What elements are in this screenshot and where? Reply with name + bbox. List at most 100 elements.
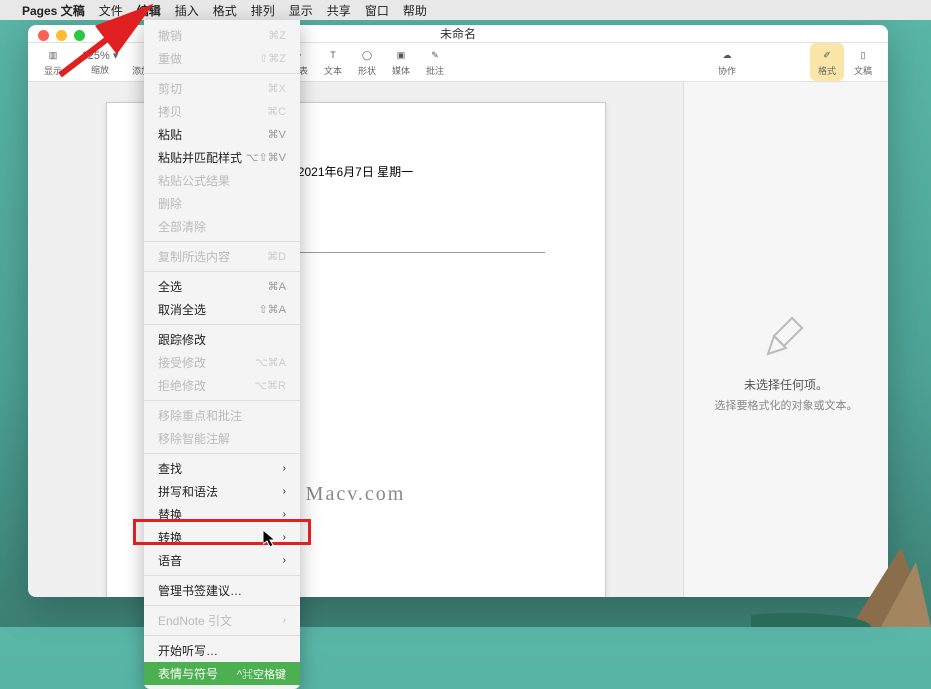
sidebar-icon: ▥ — [44, 47, 62, 63]
menu-item-33[interactable]: 开始听写… — [144, 639, 300, 662]
menu-shortcut: ^⌘空格键 — [237, 666, 286, 682]
toolbar-shape-label: 形状 — [358, 64, 376, 77]
menu-item-label: 剪切 — [158, 80, 182, 97]
desktop-decoration — [751, 507, 931, 627]
menu-item-label: 查找 — [158, 460, 182, 477]
menu-shortcut: ⌘V — [268, 128, 286, 141]
system-menubar: Pages 文稿 文件 编辑 插入 格式 排列 显示 共享 窗口 帮助 — [0, 0, 931, 20]
toolbar-collaborate-label: 协作 — [718, 64, 736, 77]
menu-item-14[interactable]: 取消全选⇧⌘A — [144, 298, 300, 321]
menubar-window[interactable]: 窗口 — [365, 2, 389, 19]
toolbar-text[interactable]: T 文本 — [318, 43, 348, 81]
menu-separator — [144, 635, 300, 636]
menu-item-29[interactable]: 管理书签建议… — [144, 579, 300, 602]
toolbar-media-label: 媒体 — [392, 64, 410, 77]
menu-item-17: 接受修改⌥⌘A — [144, 351, 300, 374]
submenu-arrow-icon: › — [283, 486, 286, 497]
toolbar-comment[interactable]: ✎ 批注 — [420, 43, 450, 81]
menu-item-label: 表情与符号 — [158, 665, 218, 682]
menu-item-label: 拼写和语法 — [158, 483, 218, 500]
menubar-view[interactable]: 显示 — [289, 2, 313, 19]
toolbar-shape[interactable]: ◯ 形状 — [352, 43, 382, 81]
document-canvas[interactable]: 2021年6月7日 星期一 标 主 - 色和样式。 色和样式。 Macv.com — [28, 82, 683, 597]
menubar-file[interactable]: 文件 — [99, 2, 123, 19]
toolbar-media[interactable]: ▣ 媒体 — [386, 43, 416, 81]
menu-item-label: 粘贴 — [158, 126, 182, 143]
menu-item-4: 拷贝⌘C — [144, 100, 300, 123]
submenu-arrow-icon: › — [283, 555, 286, 566]
document-icon: ▯ — [854, 47, 872, 63]
inspector-text-1: 未选择任何项。 — [744, 376, 828, 393]
media-icon: ▣ — [392, 47, 410, 63]
toolbar-comment-label: 批注 — [426, 64, 444, 77]
toolbar-zoom[interactable]: 125% ▾ 缩放 — [72, 43, 128, 81]
menu-separator — [144, 400, 300, 401]
menu-separator — [144, 73, 300, 74]
window-title: 未命名 — [440, 25, 476, 42]
menu-item-label: 复制所选内容 — [158, 248, 230, 265]
menu-shortcut: ⇧⌘A — [258, 303, 286, 316]
brush-icon — [762, 312, 810, 360]
menu-item-23[interactable]: 查找 › — [144, 457, 300, 480]
menu-item-18: 拒绝修改 ⌥⌘R — [144, 374, 300, 397]
menu-item-label: 转换 — [158, 529, 182, 546]
toolbar-format-label: 格式 — [818, 64, 836, 77]
inspector-text-2: 选择要格式化的对象或文本。 — [715, 397, 858, 413]
menu-separator — [144, 324, 300, 325]
menu-separator — [144, 575, 300, 576]
menu-item-25[interactable]: 替换› — [144, 503, 300, 526]
toolbar-zoom-label: 缩放 — [91, 63, 109, 76]
toolbar-text-label: 文本 — [324, 64, 342, 77]
menu-item-27[interactable]: 语音› — [144, 549, 300, 572]
menu-shortcut: ⌥⇧⌘V — [246, 151, 286, 164]
menubar-format[interactable]: 格式 — [213, 2, 237, 19]
menu-item-5[interactable]: 粘贴 ⌘V — [144, 123, 300, 146]
menu-item-label: 粘贴公式结果 — [158, 172, 230, 189]
menu-item-24[interactable]: 拼写和语法 › — [144, 480, 300, 503]
toolbar-collaborate[interactable]: ☁ 协作 — [712, 43, 742, 81]
traffic-lights — [38, 30, 85, 41]
menu-separator — [144, 241, 300, 242]
menu-item-13[interactable]: 全选 ⌘A — [144, 275, 300, 298]
submenu-arrow-icon: › — [283, 615, 286, 626]
collaborate-icon: ☁ — [718, 47, 736, 63]
toolbar-format[interactable]: ✐ 格式 — [810, 43, 844, 81]
menu-item-7: 粘贴公式结果 — [144, 169, 300, 192]
menu-item-26[interactable]: 转换 › — [144, 526, 300, 549]
toolbar-view-label: 显示 — [44, 64, 62, 77]
window-minimize-button[interactable] — [56, 30, 67, 41]
menu-item-0: 撤销⌘Z — [144, 24, 300, 47]
menu-item-label: 撤销 — [158, 27, 182, 44]
menubar-arrange[interactable]: 排列 — [251, 2, 275, 19]
submenu-arrow-icon: › — [283, 532, 286, 543]
menu-shortcut: ⌘X — [268, 82, 286, 95]
window-close-button[interactable] — [38, 30, 49, 41]
menu-shortcut: ⌥⌘R — [254, 379, 286, 392]
toolbar-view[interactable]: ▥ 显示 — [38, 43, 68, 81]
menu-item-label: 全选 — [158, 278, 182, 295]
menu-item-label: 开始听写… — [158, 642, 218, 659]
menu-item-9: 全部清除 — [144, 215, 300, 238]
menu-item-label: 重做 — [158, 50, 182, 67]
menu-shortcut: ⌥⌘A — [255, 356, 286, 369]
submenu-arrow-icon: › — [283, 509, 286, 520]
format-brush-icon: ✐ — [818, 47, 836, 63]
window-maximize-button[interactable] — [74, 30, 85, 41]
toolbar-document[interactable]: ▯ 文稿 — [848, 43, 878, 81]
submenu-arrow-icon: › — [283, 463, 286, 474]
menu-item-label: 拒绝修改 — [158, 377, 206, 394]
menubar-insert[interactable]: 插入 — [175, 2, 199, 19]
menubar-share[interactable]: 共享 — [327, 2, 351, 19]
menu-item-label: 粘贴并匹配样式 — [158, 149, 242, 166]
menu-shortcut: ⌘A — [268, 280, 286, 293]
watermark: Macv.com — [306, 483, 406, 506]
menu-item-16[interactable]: 跟踪修改 — [144, 328, 300, 351]
menu-item-21: 移除智能注解 — [144, 427, 300, 450]
menu-item-6[interactable]: 粘贴并匹配样式 ⌥⇧⌘V — [144, 146, 300, 169]
menubar-app-name[interactable]: Pages 文稿 — [22, 2, 85, 19]
menu-item-label: 管理书签建议… — [158, 582, 242, 599]
menubar-help[interactable]: 帮助 — [403, 2, 427, 19]
menu-item-34[interactable]: 表情与符号 ^⌘空格键 — [144, 662, 300, 685]
menubar-edit[interactable]: 编辑 — [137, 2, 161, 19]
text-icon: T — [324, 47, 342, 63]
